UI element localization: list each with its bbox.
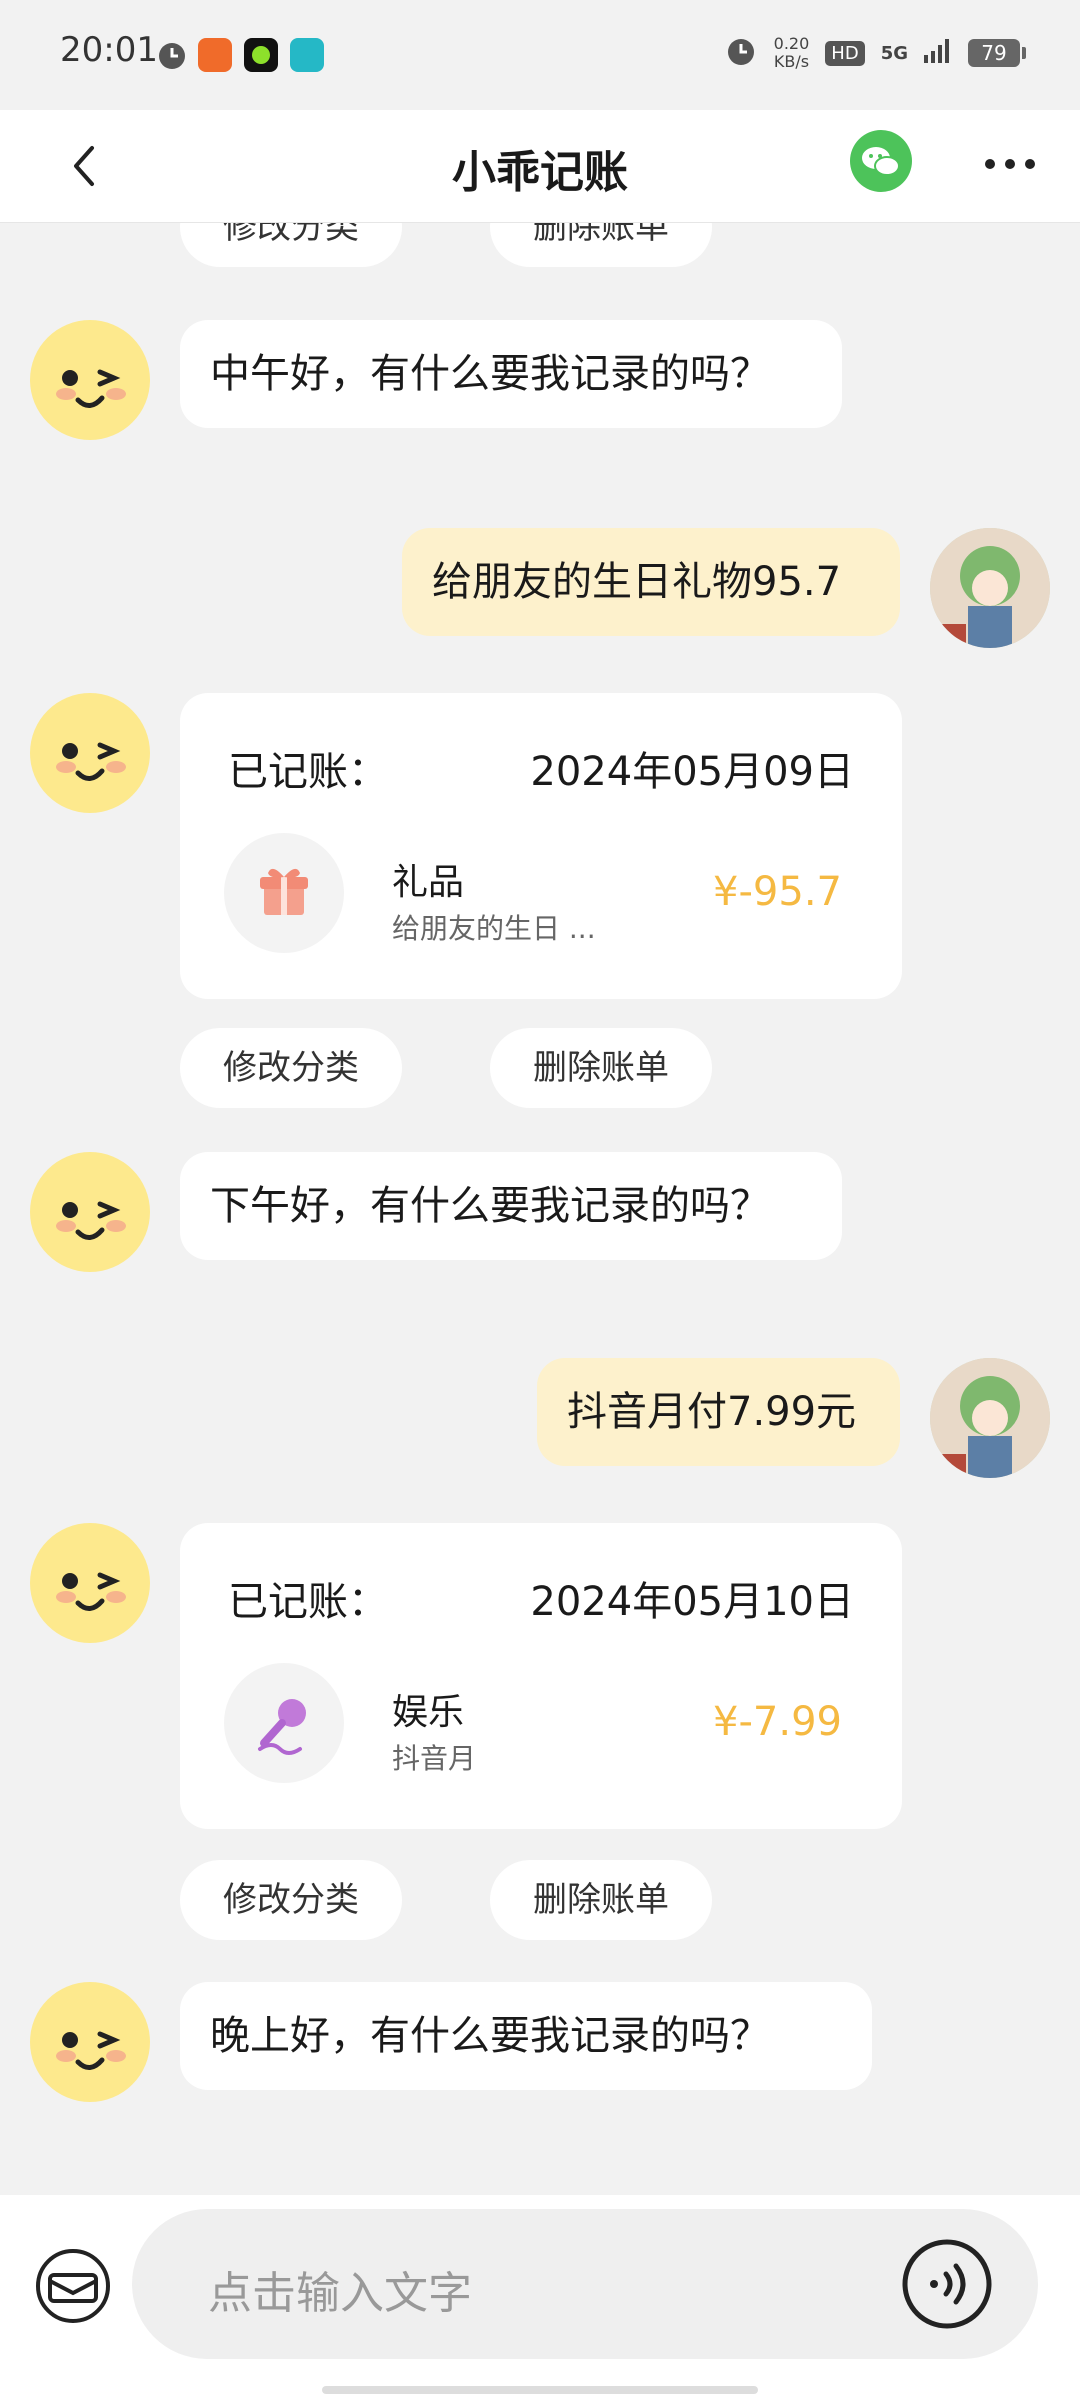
- battery-level: 79: [968, 39, 1026, 67]
- record-date: 2024年05月10日: [530, 1579, 854, 1625]
- record-label: 已记账：: [228, 1579, 388, 1625]
- chat-list[interactable]: 修改分类 删除账单 中午好，有什么要我记录的吗？ 给朋友的生日礼物95.7 已记…: [0, 223, 1080, 2193]
- bot-message: 下午好，有什么要我记录的吗？: [180, 1152, 842, 1260]
- bill-record-card[interactable]: 已记账： 2024年05月10日 娱乐 抖音月 ¥-7.99: [180, 1523, 902, 1829]
- network-signal: 5G: [880, 42, 908, 64]
- status-time: 20:01: [60, 30, 158, 70]
- record-category: 娱乐: [392, 1692, 465, 1733]
- app-notification-icon: [244, 38, 278, 72]
- delete-bill-button[interactable]: 删除账单: [490, 1028, 712, 1108]
- alarm-icon: [724, 34, 758, 72]
- anime-avatar-icon: [930, 528, 1050, 648]
- user-message: 抖音月付7.99元: [537, 1358, 900, 1466]
- text-input[interactable]: 点击输入文字: [132, 2209, 1038, 2359]
- hd-badge: HD: [825, 40, 865, 66]
- input-placeholder: 点击输入文字: [208, 2268, 472, 2319]
- home-indicator[interactable]: [322, 2386, 758, 2394]
- user-message: 给朋友的生日礼物95.7: [402, 528, 900, 636]
- app-notification-icon: [290, 38, 324, 72]
- bot-avatar[interactable]: [30, 1982, 150, 2102]
- status-bar: 20:01 0.20 KB/s HD 5G 79: [0, 0, 1080, 110]
- wechat-share-button[interactable]: [850, 130, 912, 192]
- record-date: 2024年05月09日: [530, 749, 854, 795]
- bill-record-card[interactable]: 已记账： 2024年05月09日 礼品 给朋友的生日 ... ¥-95.7: [180, 693, 902, 999]
- user-avatar[interactable]: [930, 528, 1050, 648]
- category-icon-wrapper: [224, 1663, 344, 1783]
- wink-face-icon: [32, 1984, 148, 2100]
- network-speed: 0.20 KB/s: [774, 35, 810, 71]
- edit-category-button[interactable]: 修改分类: [180, 1860, 402, 1940]
- voice-icon: [902, 2239, 992, 2329]
- bot-message: 晚上好，有什么要我记录的吗？: [180, 1982, 872, 2090]
- wink-face-icon: [32, 1154, 148, 1270]
- alarm-icon: [155, 38, 189, 72]
- bot-avatar[interactable]: [30, 693, 150, 813]
- wink-face-icon: [32, 322, 148, 438]
- wink-face-icon: [32, 695, 148, 811]
- page-title: 小乖记账: [452, 147, 628, 198]
- user-avatar[interactable]: [930, 1358, 1050, 1478]
- bot-avatar[interactable]: [30, 320, 150, 440]
- signal-icon: [924, 39, 952, 67]
- speed-value: 0.20: [773, 34, 810, 53]
- status-right: 0.20 KB/s HD 5G 79: [724, 34, 1026, 72]
- app-header: 小乖记账: [0, 110, 1080, 223]
- bot-avatar[interactable]: [30, 1152, 150, 1272]
- bot-avatar[interactable]: [30, 1523, 150, 1643]
- speed-unit: KB/s: [773, 52, 810, 71]
- wallet-button[interactable]: [34, 2247, 112, 2325]
- edit-category-button[interactable]: 修改分类: [180, 223, 402, 267]
- more-button[interactable]: [980, 146, 1040, 182]
- record-label: 已记账：: [228, 749, 388, 795]
- wechat-icon: [862, 147, 900, 176]
- bot-message: 中午好，有什么要我记录的吗？: [180, 320, 842, 428]
- record-note: 抖音月: [392, 1742, 477, 1775]
- record-category: 礼品: [392, 862, 465, 903]
- category-icon-wrapper: [224, 833, 344, 953]
- record-amount: ¥-7.99: [713, 1699, 842, 1745]
- wallet-icon: [36, 2249, 110, 2323]
- input-bar: 点击输入文字: [0, 2195, 1080, 2400]
- delete-bill-button[interactable]: 删除账单: [490, 223, 712, 267]
- edit-category-button[interactable]: 修改分类: [180, 1028, 402, 1108]
- more-dots-icon: [985, 159, 1035, 169]
- voice-button[interactable]: [900, 2237, 994, 2331]
- anime-avatar-icon: [930, 1358, 1050, 1478]
- record-note: 给朋友的生日 ...: [392, 912, 596, 945]
- app-notification-icon: [198, 38, 232, 72]
- gift-icon: [260, 868, 308, 915]
- wink-face-icon: [32, 1525, 148, 1641]
- delete-bill-button[interactable]: 删除账单: [490, 1860, 712, 1940]
- microphone-icon: [258, 1699, 306, 1755]
- record-amount: ¥-95.7: [713, 869, 842, 915]
